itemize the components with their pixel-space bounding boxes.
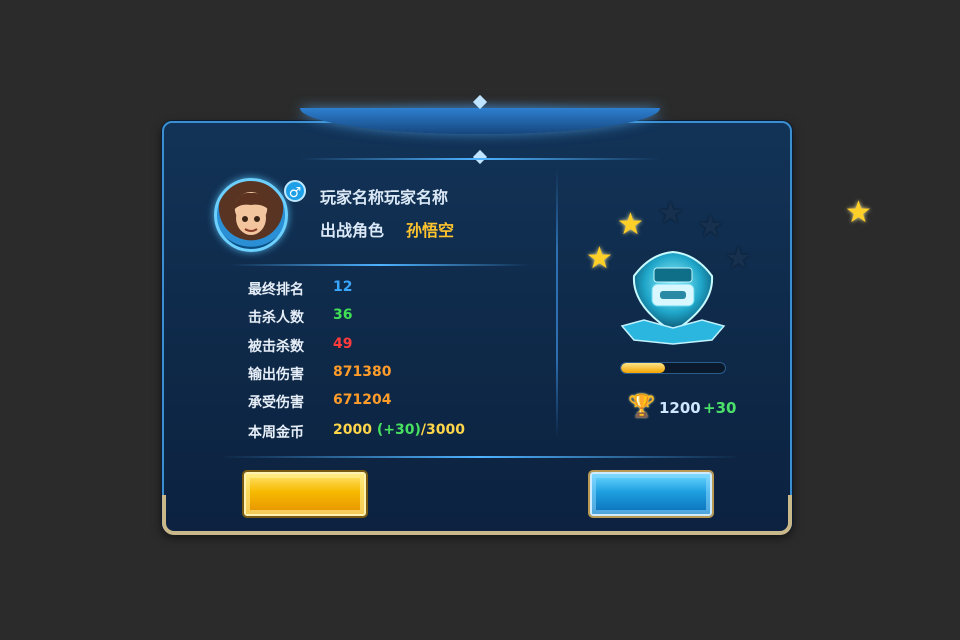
stat-value-damage-dealt: 871380 bbox=[333, 364, 392, 380]
stat-value-kills: 36 bbox=[333, 307, 353, 323]
rank-progress-bar bbox=[620, 362, 726, 374]
star-floating-icon: ★ bbox=[845, 195, 872, 230]
stat-label-damage-taken: 承受伤害 bbox=[248, 395, 304, 411]
stat-value-rank: 12 bbox=[333, 279, 353, 295]
trophy-score: 1200 bbox=[659, 399, 701, 417]
male-gender-icon: ♂ bbox=[284, 180, 306, 202]
stat-label-rank: 最终排名 bbox=[248, 282, 304, 298]
player-name: 玩家名称玩家名称 bbox=[320, 188, 449, 207]
confirm-button[interactable] bbox=[244, 472, 366, 516]
trophy-icon: 🏆 bbox=[628, 394, 656, 419]
weekly-gold-current: 2000 bbox=[333, 422, 372, 438]
weekly-gold-max: /3000 bbox=[420, 422, 465, 438]
player-avatar bbox=[214, 178, 288, 252]
role-value: 孙悟空 bbox=[406, 221, 455, 240]
monkey-king-portrait-icon bbox=[233, 192, 270, 235]
stat-label-damage-dealt: 输出伤害 bbox=[248, 367, 304, 383]
rank-progress-fill bbox=[621, 363, 665, 373]
stat-label-weekly-gold: 本周金币 bbox=[248, 425, 304, 441]
header-divider bbox=[300, 158, 660, 160]
star-empty-icon: ★ bbox=[657, 196, 684, 231]
stat-label-deaths: 被击杀数 bbox=[248, 339, 304, 355]
weekly-gold-bonus: (+30) bbox=[376, 422, 421, 438]
star-earned-icon: ★ bbox=[586, 241, 613, 276]
role-label: 出战角色 bbox=[320, 221, 385, 240]
stat-value-damage-taken: 671204 bbox=[333, 392, 392, 408]
stat-label-kills: 击杀人数 bbox=[248, 310, 304, 326]
stat-value-deaths: 49 bbox=[333, 336, 353, 352]
profile-divider bbox=[230, 264, 530, 266]
continue-button[interactable] bbox=[590, 472, 712, 516]
footer-divider bbox=[220, 456, 740, 458]
star-empty-icon: ★ bbox=[725, 241, 752, 276]
star-empty-icon: ★ bbox=[697, 209, 724, 244]
star-earned-icon: ★ bbox=[617, 207, 644, 242]
weekly-gold-value: 2000 (+30)/3000 bbox=[333, 422, 465, 438]
rank-badge-icon bbox=[620, 250, 726, 345]
trophy-bonus: +30 bbox=[703, 399, 737, 417]
vertical-divider bbox=[556, 168, 558, 438]
